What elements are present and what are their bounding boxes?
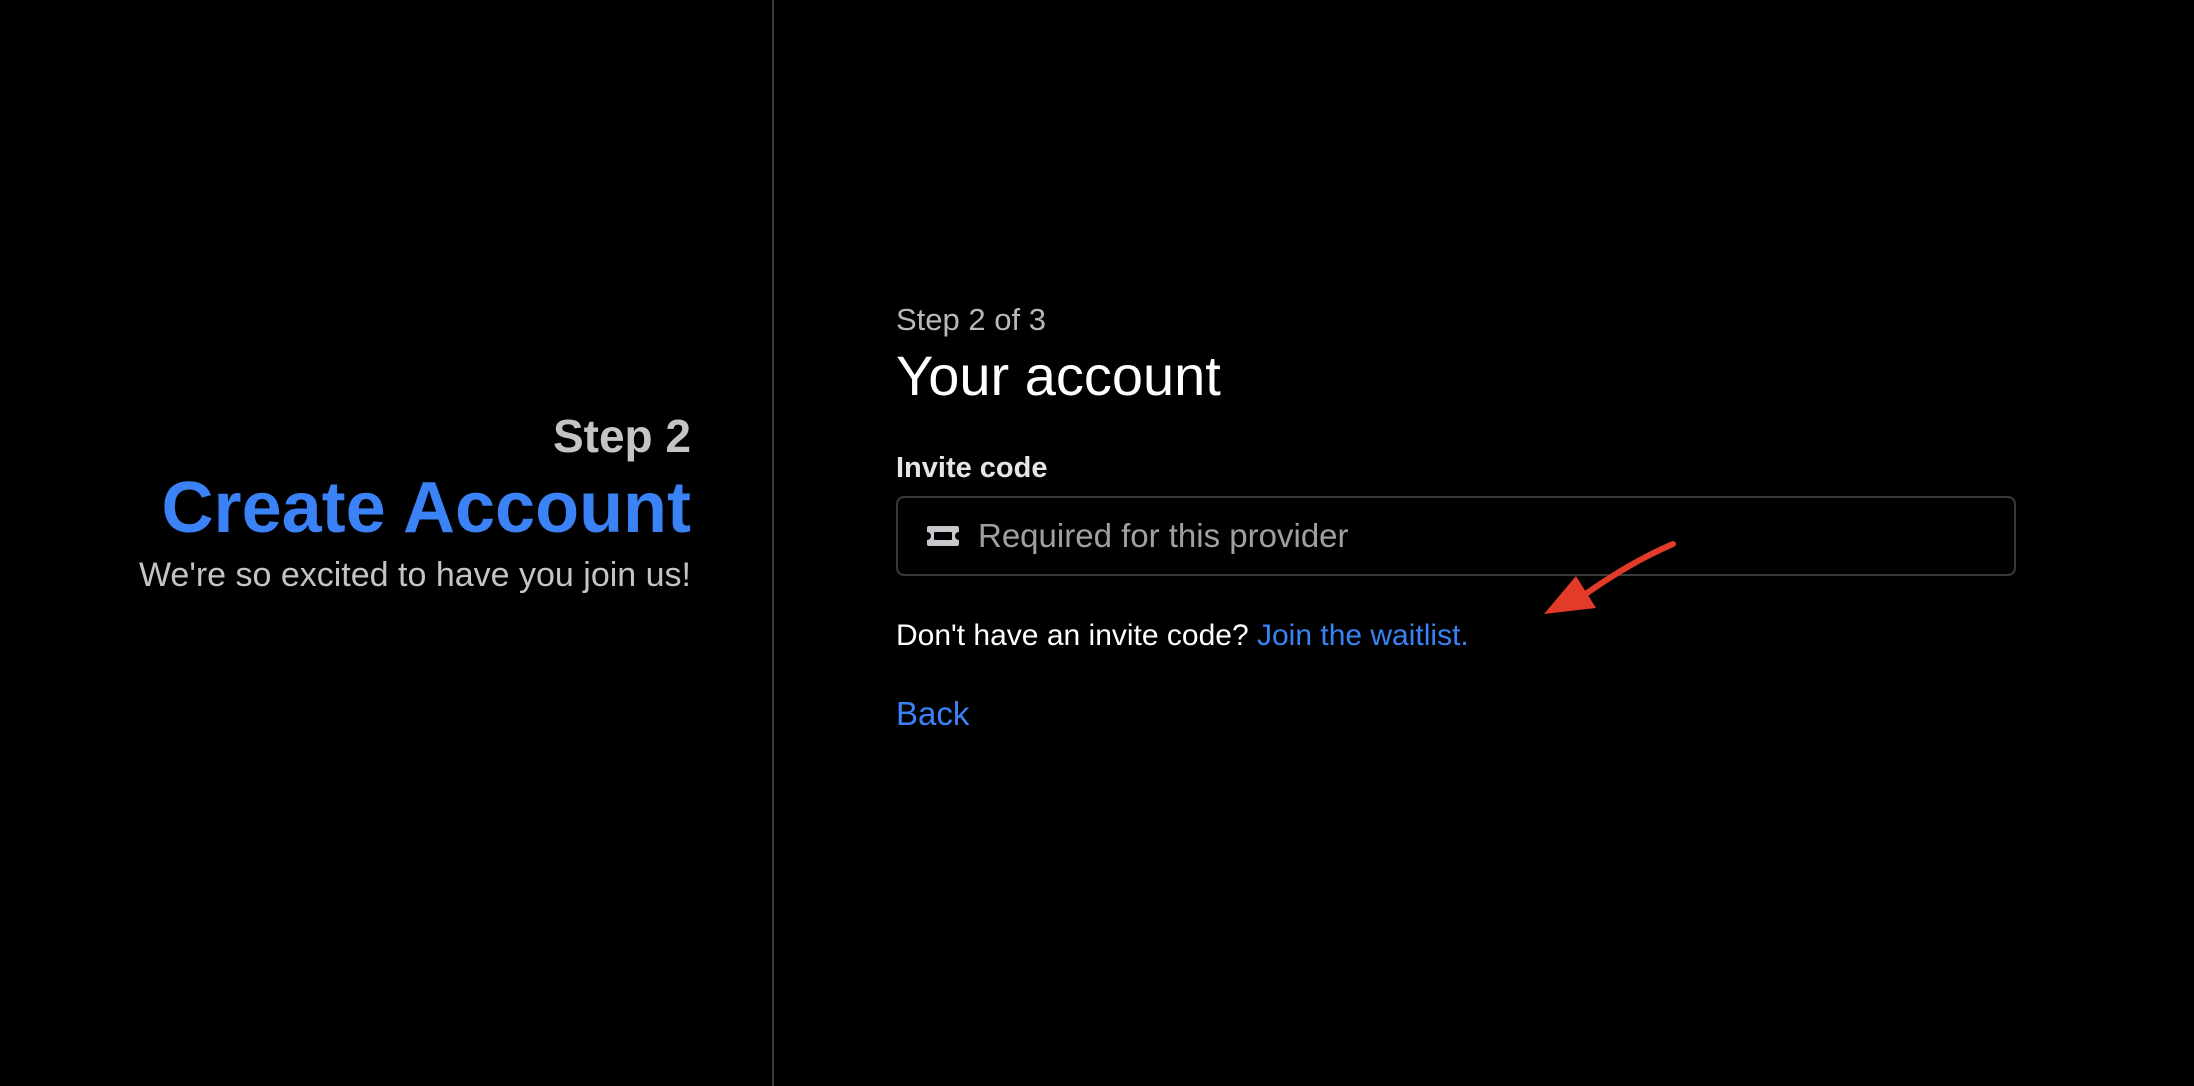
waitlist-line: Don't have an invite code? Join the wait… [896, 614, 2016, 658]
waitlist-prompt: Don't have an invite code? [896, 619, 1249, 652]
intro-block: Step 2 Create Account We're so excited t… [139, 410, 691, 596]
page-title: Your account [896, 344, 1221, 407]
invite-code-label: Invite code [896, 452, 1048, 484]
left-panel: Step 2 Create Account We're so excited t… [0, 0, 774, 1086]
join-waitlist-link[interactable]: Join the waitlist. [1257, 619, 1469, 652]
create-account-title: Create Account [161, 468, 691, 548]
red-arrow-annotation [1544, 541, 1676, 614]
step-indicator: Step 2 of 3 [896, 302, 1046, 337]
invite-code-field[interactable] [896, 496, 2016, 576]
ticket-icon [927, 526, 959, 546]
invite-code-input[interactable] [978, 498, 1988, 574]
back-link[interactable]: Back [896, 692, 969, 736]
account-form: Step 2 of 3 Your account Invite code Don… [896, 298, 2016, 736]
step-heading: Step 2 [552, 410, 691, 462]
welcome-subtitle: We're so excited to have you join us! [138, 556, 691, 594]
